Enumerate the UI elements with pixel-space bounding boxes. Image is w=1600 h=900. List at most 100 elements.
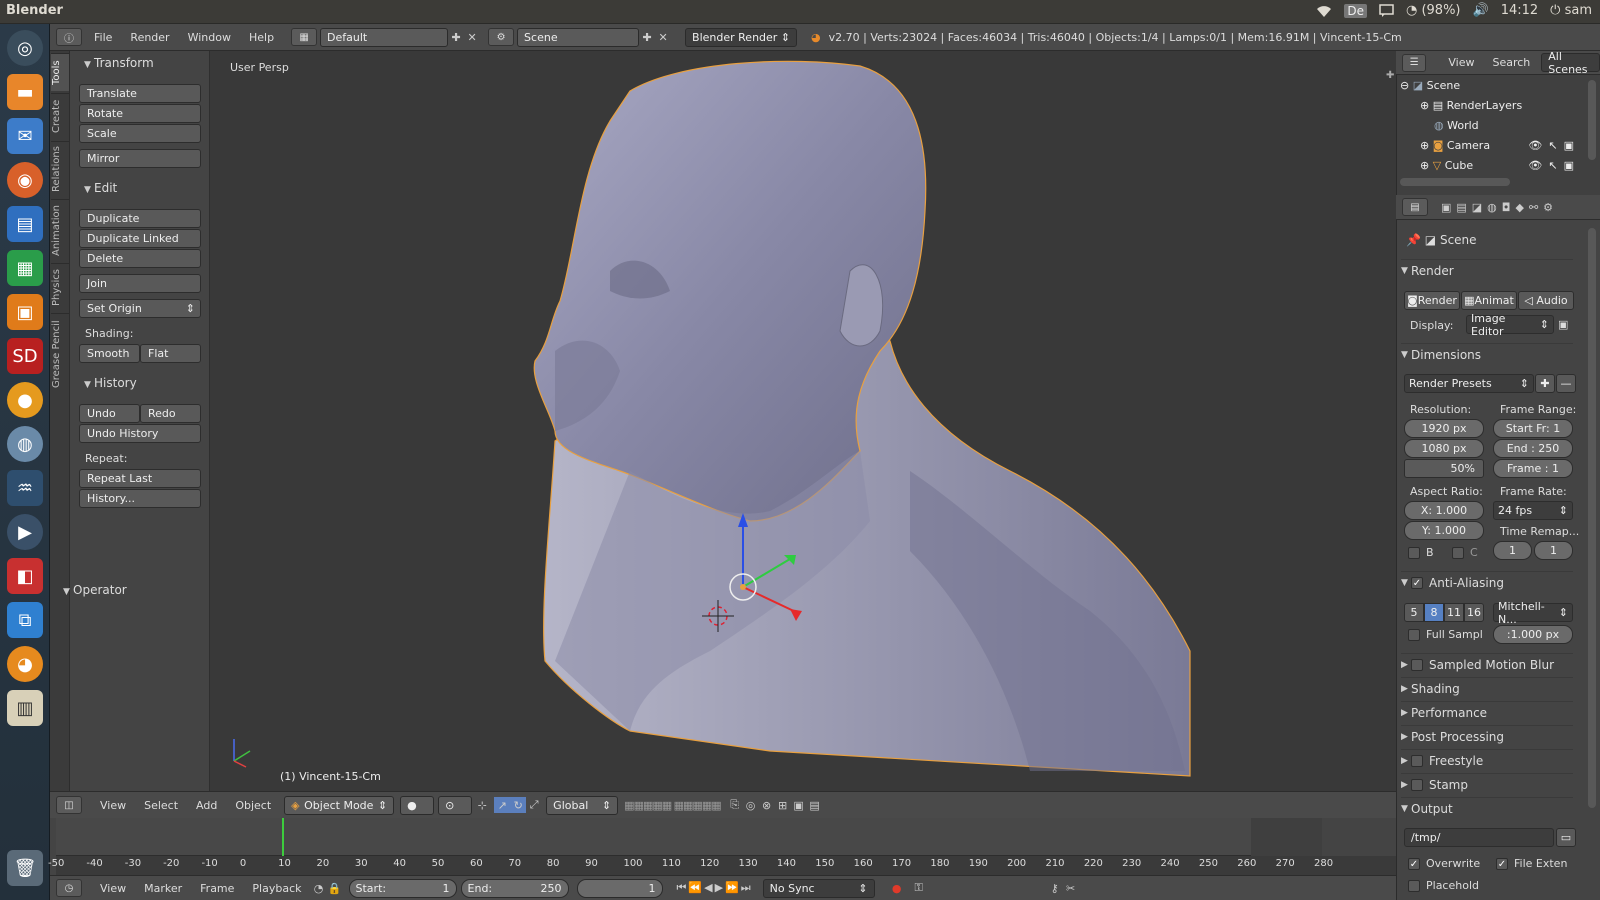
firefox-icon[interactable]: ◉ [7,162,43,198]
vp-menu-add[interactable]: Add [187,799,226,812]
rotate-button[interactable]: Rotate [79,104,201,123]
scene-field[interactable]: Scene [517,27,640,47]
clock[interactable]: 14:12 [1501,3,1538,18]
menu-window[interactable]: Window [179,31,240,44]
snap-icon[interactable]: ⊗ [759,797,775,813]
visibility-toggles[interactable]: 👁↖▣ [1528,139,1580,152]
remove-preset-icon[interactable]: — [1556,374,1576,393]
keyboard-layout-indicator[interactable]: De [1344,3,1367,18]
3d-viewport[interactable] [210,51,1396,791]
display-mode-dropdown[interactable]: All Scenes [1541,50,1600,76]
edit-panel-header[interactable]: ▼ Edit [84,181,117,195]
flat-button[interactable]: Flat [140,344,201,363]
anti-aliasing-panel-header[interactable]: ▼ ✓ Anti-Aliasing [1401,571,1573,593]
resolution-y-field[interactable]: 1080 px [1404,439,1484,458]
render-button[interactable]: ◙ Render [1404,291,1460,310]
tl-menu-playback[interactable]: Playback [243,882,310,895]
record-icon[interactable]: ● [889,880,905,896]
tab-animation[interactable]: Animation [51,199,69,261]
ol-menu-view[interactable]: View [1439,56,1483,69]
undo-button[interactable]: Undo [79,404,140,423]
operator-panel-header[interactable]: ▼ Operator [63,583,127,597]
tl-menu-marker[interactable]: Marker [135,882,191,895]
current-frame-field[interactable]: 1 [576,878,663,898]
lock-icon[interactable]: 🔒 [327,880,343,896]
vp-menu-object[interactable]: Object [226,799,280,812]
render-preview-icon[interactable]: ▣ [791,797,807,813]
delete-keyframe-icon[interactable]: ✂ [1063,880,1079,896]
redo-button[interactable]: Redo [140,404,201,423]
editor-type-button[interactable]: ◫ [56,796,82,814]
checkbox-checked-icon[interactable]: ✓ [1411,576,1423,589]
editor-type-button[interactable]: ☰ [1402,53,1427,72]
workspace-icon[interactable]: ⧉ [7,602,43,638]
checkbox-icon[interactable] [1411,754,1423,767]
stamp-panel-header[interactable]: ▶ Stamp [1401,773,1573,795]
tab-grease-pencil[interactable]: Grease Pencil [51,313,69,395]
audacity-icon[interactable]: ♒ [7,470,43,506]
pivot-point-dropdown[interactable]: ⊙ [438,795,473,815]
translate-manipulator-icon[interactable]: ↗ [494,797,511,813]
overwrite-checkbox[interactable]: ✓ Overwrite [1408,857,1480,870]
menu-file[interactable]: File [85,31,121,44]
vp-menu-select[interactable]: Select [135,799,187,812]
start-frame-prop-field[interactable]: Start Fr: 1 [1493,419,1573,438]
scene-selector-button[interactable]: ⚙ [488,28,515,46]
trash-icon[interactable]: 🗑 [7,850,43,886]
preview-range-icon[interactable]: ◔ [311,880,327,896]
playback-controls-icon[interactable]: ⏮⏪◀▶⏩⏭ [677,881,753,895]
proportional-edit-icon[interactable]: ◎ [743,797,759,813]
performance-panel-header[interactable]: ▶ Performance [1401,701,1573,723]
sampled-motion-blur-panel-header[interactable]: ▶ Sampled Motion Blur [1401,653,1573,675]
writer-icon[interactable]: ▤ [7,206,43,242]
insert-keyframe-icon[interactable]: ⚷ [1047,880,1063,896]
manipulator-toggle-icon[interactable]: ⊹ [474,797,490,813]
network-icon[interactable] [1316,4,1332,18]
checkbox-icon[interactable] [1411,658,1423,671]
media-icon[interactable]: ● [7,382,43,418]
outliner-item-renderlayers[interactable]: ⊕ ▤ RenderLayers [1396,95,1600,115]
snap-target-icon[interactable]: ⊞ [775,797,791,813]
smooth-button[interactable]: Smooth [79,344,140,363]
pin-icon[interactable]: 📌 [1406,233,1421,247]
remove-layout-icon[interactable]: ✕ [464,29,480,45]
tl-menu-frame[interactable]: Frame [191,882,243,895]
start-frame-field[interactable]: Start: 1 [348,878,457,898]
mode-dropdown[interactable]: ◈ Object Mode ⇕ [284,795,395,815]
vp-menu-view[interactable]: View [91,799,135,812]
context-tabs[interactable]: ▣▤◪◍◘◆⚯⚙ [1441,201,1558,214]
properties-scrollbar[interactable] [1588,228,1596,808]
sd-card-icon[interactable]: SD [7,338,43,374]
outliner-v-scrollbar[interactable] [1588,80,1596,160]
add-layout-icon[interactable]: ✚ [448,29,464,45]
display-dropdown[interactable]: Image Editor ⇕ [1466,312,1554,338]
outliner-item-cube[interactable]: ⊕ ▽ Cube 👁↖▣ [1396,155,1600,175]
aa-filter-dropdown[interactable]: Mitchell-N... ⇕ [1493,600,1573,626]
editor-type-button[interactable]: ▤ [1402,198,1428,216]
join-button[interactable]: Join [79,274,201,293]
render-presets-dropdown[interactable]: Render Presets ⇕ [1404,374,1534,393]
visibility-toggles[interactable]: 👁↖▣ [1528,159,1580,172]
dash-icon[interactable]: ◎ [7,30,43,66]
volume-icon[interactable]: 🔊 [1473,3,1489,18]
remove-scene-icon[interactable]: ✕ [655,29,671,45]
tab-relations[interactable]: Relations [51,141,69,197]
outliner-item-world[interactable]: ◍ World [1396,115,1600,135]
keying-set-icon[interactable]: ⚿ [911,880,927,896]
delete-button[interactable]: Delete [79,249,201,268]
add-scene-icon[interactable]: ✚ [639,29,655,45]
checkbox-icon[interactable] [1411,778,1423,791]
rotate-manipulator-icon[interactable]: ↻ [510,797,527,813]
ol-menu-search[interactable]: Search [1483,56,1539,69]
user-menu[interactable]: ⏻ sam [1550,3,1592,18]
video-player-icon[interactable]: ▶ [7,514,43,550]
scale-manipulator-icon[interactable]: ⤢ [526,797,542,813]
resolution-x-field[interactable]: 1920 px [1404,419,1484,438]
blender-icon[interactable]: ◕ [7,646,43,682]
editor-type-button[interactable]: ⓘ [56,28,82,46]
output-path-input[interactable]: /tmp/ [1404,828,1554,847]
aa-samples-11[interactable]: 11 [1444,603,1464,622]
end-frame-prop-field[interactable]: End : 250 [1493,439,1573,458]
set-origin-dropdown[interactable]: Set Origin ⇕ [79,299,201,318]
tab-physics[interactable]: Physics [51,263,69,311]
